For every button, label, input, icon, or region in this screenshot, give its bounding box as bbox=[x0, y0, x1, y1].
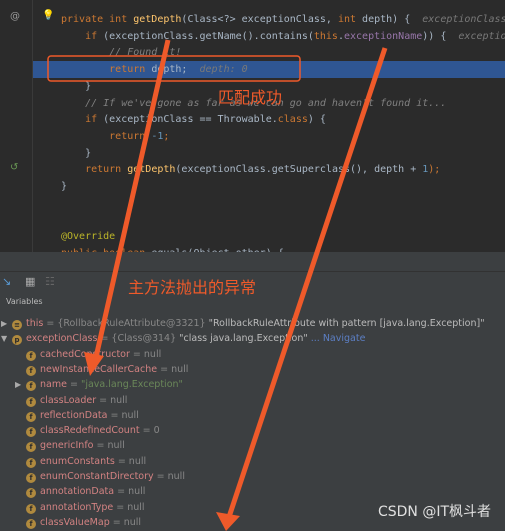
watermark: CSDN @IT枫斗者 bbox=[377, 504, 491, 520]
arrow-head-1 bbox=[84, 352, 104, 376]
arrow-line-1 bbox=[91, 39, 171, 367]
match-success-note: 匹配成功 bbox=[218, 88, 283, 107]
highlight-box bbox=[47, 55, 301, 82]
annotation-overlay bbox=[47, 39, 388, 531]
arrow-head-2 bbox=[216, 512, 240, 531]
main-exception-note: 主方法抛出的异常 bbox=[128, 278, 257, 297]
